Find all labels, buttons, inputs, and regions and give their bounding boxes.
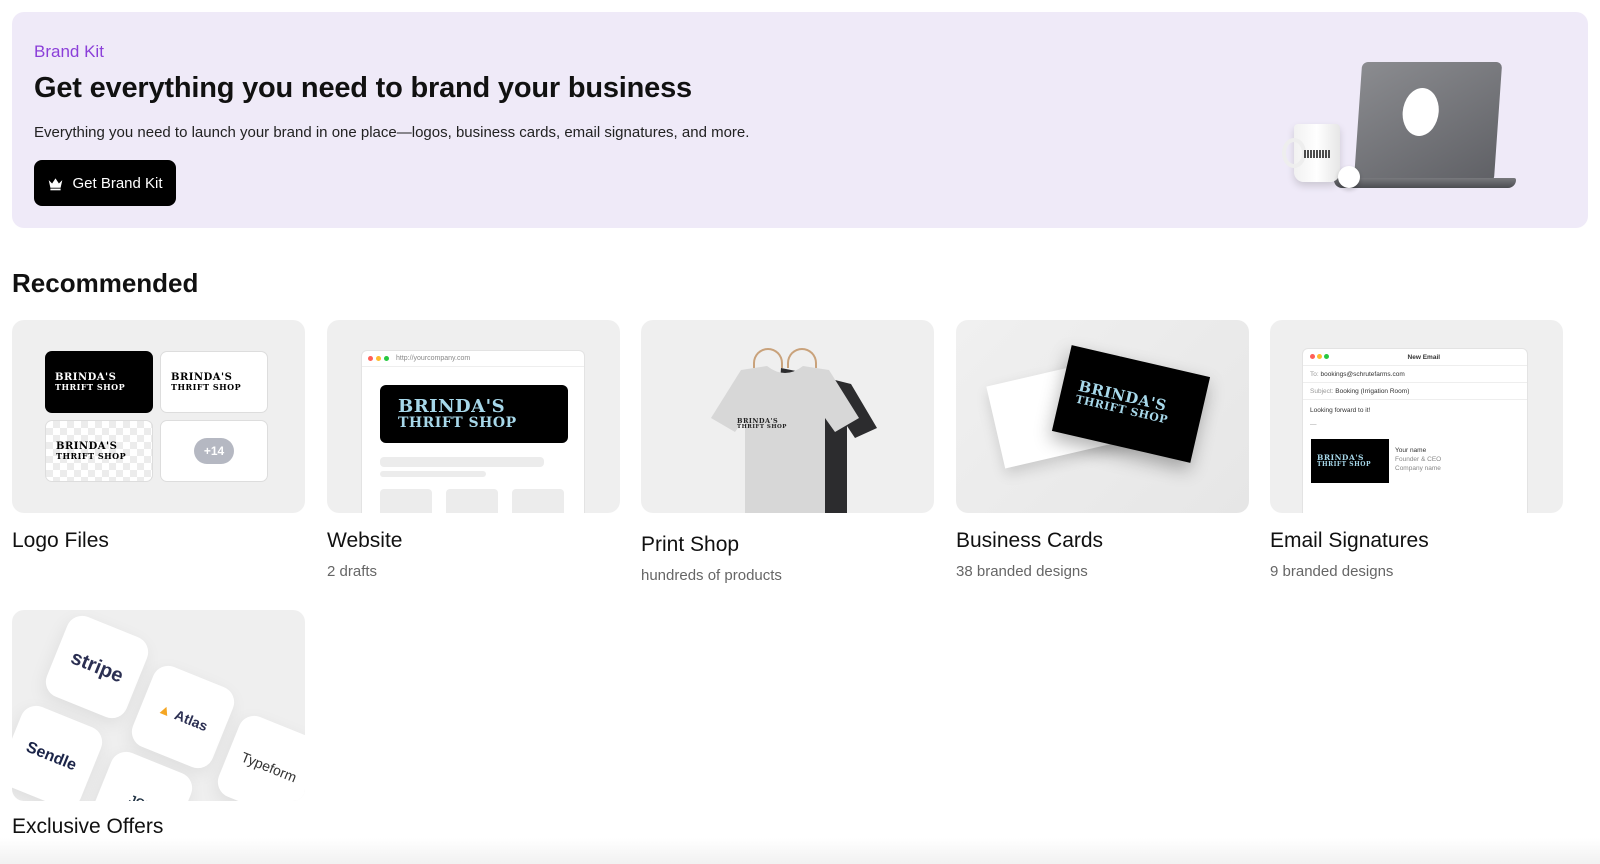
logo-variant-light: BRINDA'S THRIFT SHOP [160,351,268,413]
email-body: Looking forward to it! [1310,407,1371,414]
email-signatures-card[interactable]: New Email To: bookings@schrutefarms.com … [1270,320,1563,580]
print-shop-thumbnail: BRINDA'S THRIFT SHOP [641,320,934,513]
t-shirts-image [711,366,877,513]
laptop-logo-sticker [1401,88,1441,136]
laptop-image [1353,62,1503,182]
banner-eyebrow: Brand Kit [34,42,104,61]
signature-name: Your name [1395,447,1427,454]
browser-mockup: http://yourcompany.com BRINDA'S THRIFT S… [361,350,585,513]
email-heading: New Email [1407,353,1441,361]
more-logos-count: +14 [193,438,235,464]
atlas-logo-tile: ▲ Atlas [127,661,239,773]
business-cards-card[interactable]: BRINDA'S THRIFT SHOP Business Cards 38 b… [956,320,1249,580]
banner-title: Get everything you need to brand your bu… [34,72,692,104]
card-title: Exclusive Offers [12,815,164,838]
email-signatures-thumbnail: New Email To: bookings@schrutefarms.com … [1270,320,1563,513]
recommended-heading: Recommended [12,268,199,298]
logo-variant-transparent: BRINDA'S THRIFT SHOP [45,420,153,482]
typeform-logo-tile: Typeform [213,711,305,801]
card-title: Print Shop [641,533,740,556]
exclusive-offers-thumbnail: stripe ▲ Atlas Sendle Typeform JOB [12,610,305,801]
banner-description: Everything you need to launch your brand… [34,124,750,141]
email-sig-dash: — [1310,421,1317,428]
email-mockup: New Email To: bookings@schrutefarms.com … [1302,348,1528,513]
card-title: Business Cards [956,529,1104,552]
card-title: Website [327,529,403,552]
card-subtitle: 9 branded designs [1270,563,1394,580]
card-subtitle: 38 branded designs [956,563,1088,580]
pin-badge-image [1338,166,1360,188]
card-subtitle: 2 drafts [327,563,378,580]
email-to: bookings@schrutefarms.com [1320,370,1405,378]
tshirt-print-logo: BRINDA'S THRIFT SHOP [737,417,787,430]
mug-image [1282,124,1340,182]
card-title: Email Signatures [1270,529,1429,552]
logo-files-card[interactable]: BRINDA'S THRIFT SHOP BRINDA'S THRIFT SHO… [12,320,305,553]
more-logos-tile: +14 [160,420,268,482]
website-hero: BRINDA'S THRIFT SHOP [380,385,568,443]
signature-title: Founder & CEO [1395,455,1442,463]
business-cards-thumbnail: BRINDA'S THRIFT SHOP [956,320,1249,513]
brand-kit-illustration [1280,52,1560,212]
bottom-fade [0,838,1600,864]
logo-variant-dark: BRINDA'S THRIFT SHOP [45,351,153,413]
website-thumbnail: http://yourcompany.com BRINDA'S THRIFT S… [327,320,620,513]
logo-files-thumbnail: BRINDA'S THRIFT SHOP BRINDA'S THRIFT SHO… [12,320,305,513]
crown-icon [49,177,63,190]
signature-company: Company name [1395,464,1441,472]
card-title: Logo Files [12,529,109,552]
card-subtitle: hundreds of products [641,567,782,584]
print-shop-card[interactable]: BRINDA'S THRIFT SHOP Print Shop hundreds… [641,320,934,584]
exclusive-offers-card[interactable]: stripe ▲ Atlas Sendle Typeform JOB Exclu… [12,610,305,839]
browser-url: http://yourcompany.com [396,355,471,362]
signature-details: Your name Founder & CEO Company name [1395,447,1441,473]
brand-kit-banner: Brand Kit Get everything you need to bra… [12,12,1588,228]
get-brand-kit-label: Get Brand Kit [72,174,163,192]
sendle-logo-tile: Sendle [12,701,107,801]
signature-logo: BRINDA'S THRIFT SHOP [1311,439,1389,483]
stripe-logo-tile: stripe [41,611,153,723]
email-subject: Booking (Irrigation Room) [1335,387,1410,395]
get-brand-kit-button[interactable]: Get Brand Kit [34,160,176,206]
website-card[interactable]: http://yourcompany.com BRINDA'S THRIFT S… [327,320,620,580]
